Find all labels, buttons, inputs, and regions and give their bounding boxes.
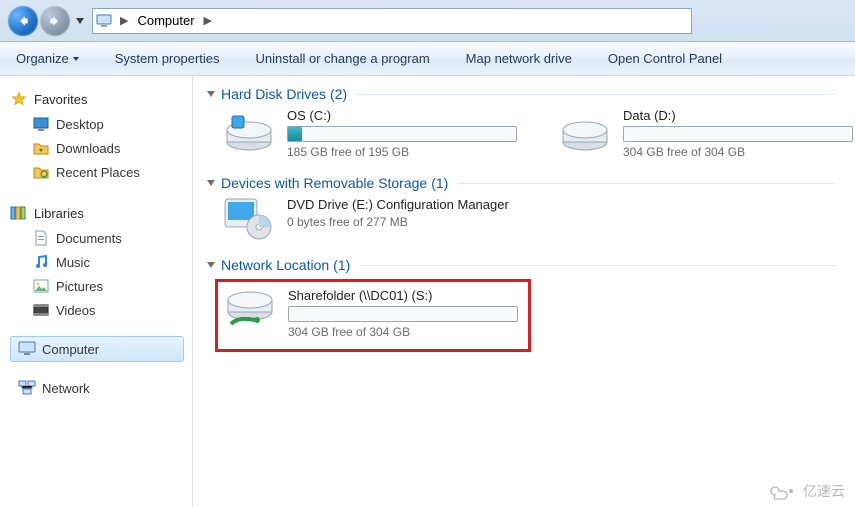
favorites-label: Favorites	[34, 92, 87, 107]
breadcrumb-computer[interactable]: Computer	[133, 13, 198, 28]
drive-data-d[interactable]: Data (D:) 304 GB free of 304 GB	[559, 108, 855, 159]
drive-sharefolder-s[interactable]: Sharefolder (\\DC01) (S:) 304 GB free of…	[224, 288, 518, 339]
section-count: (1)	[431, 175, 448, 191]
capacity-bar	[287, 126, 517, 142]
dvd-drive-icon	[223, 197, 275, 241]
favorites-group[interactable]: Favorites	[10, 90, 192, 108]
sidebar-item-videos[interactable]: Videos	[10, 298, 192, 322]
watermark: 亿速云	[767, 481, 845, 501]
capacity-bar	[623, 126, 853, 142]
libraries-label: Libraries	[34, 206, 84, 221]
window-titlebar: ▶ Computer ▶	[0, 0, 855, 42]
libraries-group[interactable]: Libraries	[10, 204, 192, 222]
drive-os-c[interactable]: OS (C:) 185 GB free of 195 GB	[223, 108, 519, 159]
music-icon	[32, 253, 50, 271]
sidebar-item-label: Videos	[56, 303, 96, 318]
sidebar-item-label: Network	[42, 381, 90, 396]
documents-icon	[32, 229, 50, 247]
breadcrumb-separator: ▶	[115, 14, 133, 27]
sidebar-item-pictures[interactable]: Pictures	[10, 274, 192, 298]
section-count: (1)	[333, 257, 350, 273]
nav-history-dropdown[interactable]	[76, 18, 84, 24]
drive-name: Data (D:)	[623, 108, 855, 123]
sidebar-item-label: Music	[56, 255, 90, 270]
sidebar-item-label: Desktop	[56, 117, 104, 132]
open-control-panel-button[interactable]: Open Control Panel	[590, 42, 740, 75]
collapse-icon	[207, 262, 215, 268]
section-title: Hard Disk Drives	[221, 86, 326, 102]
computer-icon	[18, 340, 36, 358]
organize-button[interactable]: Organize	[10, 42, 97, 75]
sidebar-item-label: Computer	[42, 342, 99, 357]
network-icon	[18, 379, 36, 397]
section-count: (2)	[330, 86, 347, 102]
drive-free-text: 304 GB free of 304 GB	[288, 325, 518, 339]
section-title: Network Location	[221, 257, 329, 273]
navigation-pane: Favorites Desktop Downloads Recent Place…	[0, 76, 192, 507]
computer-small-icon	[93, 14, 115, 28]
address-bar[interactable]: ▶ Computer ▶	[92, 8, 692, 34]
sidebar-item-network[interactable]: Network	[10, 376, 192, 400]
chevron-down-icon	[73, 57, 79, 61]
forward-button[interactable]	[40, 6, 70, 36]
hdd-icon	[223, 108, 275, 152]
sidebar-item-recent[interactable]: Recent Places	[10, 160, 192, 184]
favorites-icon	[10, 90, 28, 108]
section-removable-storage[interactable]: Devices with Removable Storage (1)	[207, 175, 855, 191]
uninstall-program-button[interactable]: Uninstall or change a program	[238, 42, 448, 75]
section-title: Devices with Removable Storage	[221, 175, 427, 191]
drive-name: OS (C:)	[287, 108, 519, 123]
section-hard-disk-drives[interactable]: Hard Disk Drives (2)	[207, 86, 855, 102]
desktop-icon	[32, 115, 50, 133]
map-network-drive-button[interactable]: Map network drive	[448, 42, 590, 75]
network-drive-icon	[224, 288, 276, 332]
sidebar-item-music[interactable]: Music	[10, 250, 192, 274]
sidebar-item-documents[interactable]: Documents	[10, 226, 192, 250]
collapse-icon	[207, 180, 215, 186]
downloads-icon	[32, 139, 50, 157]
sidebar-item-label: Pictures	[56, 279, 103, 294]
drive-dvd-e[interactable]: DVD Drive (E:) Configuration Manager 0 b…	[223, 197, 523, 241]
recent-icon	[32, 163, 50, 181]
videos-icon	[32, 301, 50, 319]
capacity-bar	[288, 306, 518, 322]
sidebar-item-computer[interactable]: Computer	[10, 336, 184, 362]
drive-name: Sharefolder (\\DC01) (S:)	[288, 288, 518, 303]
sidebar-item-label: Downloads	[56, 141, 120, 156]
drive-free-text: 0 bytes free of 277 MB	[287, 215, 523, 229]
pictures-icon	[32, 277, 50, 295]
hdd-icon	[559, 108, 611, 152]
drive-free-text: 304 GB free of 304 GB	[623, 145, 855, 159]
breadcrumb-separator: ▶	[199, 14, 217, 27]
sidebar-item-desktop[interactable]: Desktop	[10, 112, 192, 136]
libraries-icon	[10, 204, 28, 222]
command-bar: Organize System properties Uninstall or …	[0, 42, 855, 76]
drive-free-text: 185 GB free of 195 GB	[287, 145, 519, 159]
sidebar-item-label: Documents	[56, 231, 122, 246]
highlighted-network-drive: Sharefolder (\\DC01) (S:) 304 GB free of…	[215, 279, 531, 352]
content-pane: Hard Disk Drives (2) OS (C:) 185 GB free…	[193, 76, 855, 507]
collapse-icon	[207, 91, 215, 97]
drive-name: DVD Drive (E:) Configuration Manager	[287, 197, 517, 212]
back-button[interactable]	[8, 6, 38, 36]
sidebar-item-downloads[interactable]: Downloads	[10, 136, 192, 160]
section-network-location[interactable]: Network Location (1)	[207, 257, 855, 273]
capacity-fill	[288, 127, 302, 141]
system-properties-button[interactable]: System properties	[97, 42, 238, 75]
sidebar-item-label: Recent Places	[56, 165, 140, 180]
